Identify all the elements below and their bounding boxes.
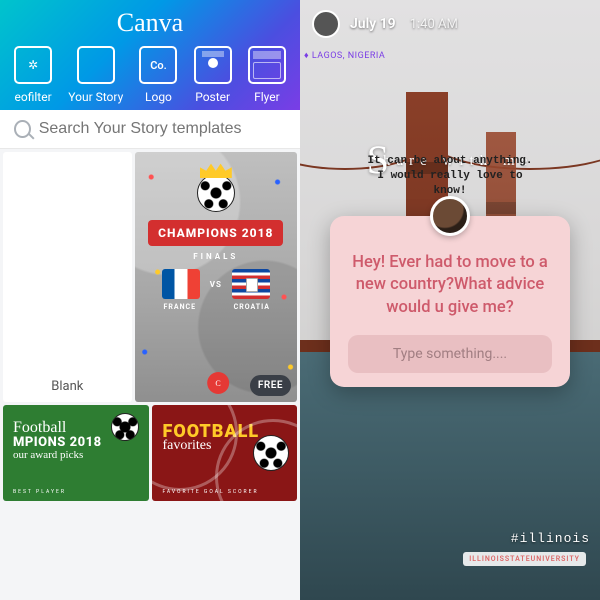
template-blank[interactable]: Blank: [3, 152, 132, 402]
flyer-icon: [248, 46, 286, 84]
university-tag[interactable]: ILLINOISSTATEUNIVERSITY: [463, 552, 586, 566]
flag-france-icon: [162, 269, 200, 299]
story-date: July 19: [350, 16, 396, 32]
type-label: Logo: [145, 90, 172, 104]
green-tiny: BEST PLAYER: [13, 489, 66, 495]
template-grid: Blank CHAMPIONS 2018 FINALS VS FRANCE: [0, 149, 300, 600]
canva-logo: Canva: [0, 8, 300, 38]
crown-icon: [200, 160, 232, 178]
your-story-icon: [77, 46, 115, 84]
search-bar[interactable]: [0, 110, 300, 149]
type-label: Poster: [195, 90, 230, 104]
search-input[interactable]: [39, 120, 286, 138]
sub-line: It can be about anything.: [300, 154, 600, 169]
team-a-label: FRANCE: [161, 303, 199, 311]
match-row: VS: [162, 269, 270, 299]
canva-brand-badge: C: [207, 372, 229, 394]
story-photo[interactable]: ♦ LAGOS, NIGERIA Share with me It can be…: [300, 0, 600, 600]
type-label: Flyer: [254, 90, 280, 104]
type-geofilter[interactable]: eofilter: [14, 46, 52, 104]
blank-label: Blank: [51, 379, 83, 394]
type-label: Your Story: [68, 90, 123, 104]
logo-icon: Co.: [139, 46, 177, 84]
type-logo[interactable]: Co. Logo: [139, 46, 177, 104]
type-label: eofilter: [15, 90, 52, 104]
search-icon: [14, 120, 31, 138]
type-your-story[interactable]: Your Story: [68, 46, 123, 104]
red-tiny: FAVORITE GOAL SCORER: [162, 489, 258, 495]
type-poster[interactable]: Poster: [194, 46, 232, 104]
design-type-row: eofilter Your Story Co. Logo Poster Flye…: [0, 46, 300, 106]
poster-icon: [194, 46, 232, 84]
question-input[interactable]: Type something....: [348, 335, 552, 373]
type-flyer[interactable]: Flyer: [248, 46, 286, 104]
free-badge: FREE: [250, 375, 291, 396]
green-line3: our award picks: [13, 449, 139, 461]
champions-title: CHAMPIONS 2018: [148, 220, 283, 246]
canva-header: Canva eofilter Your Story Co. Logo Poste…: [0, 0, 300, 110]
team-b-label: CROATIA: [233, 303, 271, 311]
canva-app: Canva eofilter Your Story Co. Logo Poste…: [0, 0, 300, 600]
red-line2: favorites: [162, 438, 287, 454]
template-football-green[interactable]: Football MPIONS 2018 our award picks BES…: [3, 405, 149, 501]
red-line1: FOOTBALL: [162, 421, 287, 442]
avatar[interactable]: [430, 196, 470, 236]
story-header: July 19 1:40 AM: [300, 0, 600, 48]
sub-line: I would really love to: [300, 169, 600, 184]
vs-label: VS: [210, 280, 222, 289]
instagram-story: ♦ LAGOS, NIGERIA Share with me It can be…: [300, 0, 600, 600]
soccer-ball-icon: [253, 435, 289, 471]
location-tag[interactable]: ♦ LAGOS, NIGERIA: [304, 50, 385, 61]
soccer-ball-icon: [197, 174, 235, 212]
share-subtitle: It can be about anything. I would really…: [300, 154, 600, 199]
question-card: Hey! Ever had to move to a new country?W…: [330, 216, 570, 387]
template-champions-2018[interactable]: CHAMPIONS 2018 FINALS VS FRANCE CROATIA …: [135, 152, 297, 402]
avatar[interactable]: [312, 10, 340, 38]
champions-subtitle: FINALS: [193, 252, 238, 261]
team-labels: FRANCE CROATIA: [161, 303, 271, 311]
story-time: 1:40 AM: [410, 17, 458, 32]
geofilter-icon: [14, 46, 52, 84]
flag-croatia-icon: [232, 269, 270, 299]
question-text: Hey! Ever had to move to a new country?W…: [348, 252, 552, 319]
hashtag[interactable]: #illinois: [511, 531, 590, 546]
template-football-red[interactable]: FOOTBALL favorites FAVORITE GOAL SCORER: [152, 405, 297, 501]
